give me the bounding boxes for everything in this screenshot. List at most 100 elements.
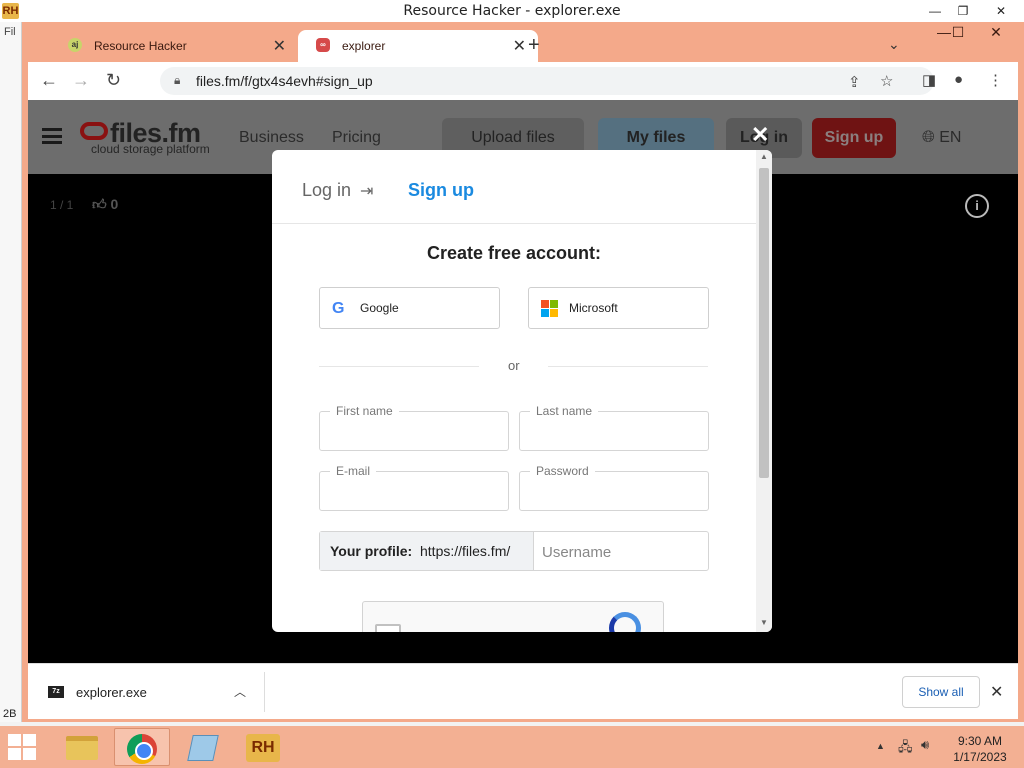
login-arrow-icon[interactable]: ⇥ xyxy=(360,181,373,201)
tab-explorer[interactable]: ∞ explorer ✕ xyxy=(298,30,538,62)
signup-modal: Log in ⇥ Sign up Create free account: G … xyxy=(272,150,772,632)
email-field[interactable]: E-mail xyxy=(319,464,509,511)
forward-button[interactable]: → xyxy=(72,70,90,91)
lock-icon[interactable]: 🔒︎ xyxy=(174,73,180,88)
captcha-checkbox[interactable] xyxy=(375,624,401,632)
resource-hacker-icon: RH xyxy=(246,734,280,762)
close-shelf-icon[interactable]: ✕ xyxy=(990,682,1003,702)
tab-favicon-icon: ∞ xyxy=(316,38,330,52)
scroll-down-arrow-icon[interactable]: ▼ xyxy=(760,618,768,627)
nav-link-pricing[interactable]: Pricing xyxy=(332,129,381,147)
tray-overflow-icon[interactable]: ▲ xyxy=(876,741,885,751)
modal-tab-signup[interactable]: Sign up xyxy=(408,180,474,201)
rh-restore-button[interactable]: ❐ xyxy=(948,2,978,20)
share-icon[interactable]: ⇪ xyxy=(848,73,861,91)
rh-minimize-button[interactable]: — xyxy=(920,2,950,20)
site-logo-tagline: cloud storage platform xyxy=(91,142,210,156)
maximize-button[interactable]: ☐ xyxy=(940,22,976,42)
page-content: files.fm cloud storage platform Business… xyxy=(28,100,1018,663)
hamburger-menu-icon[interactable] xyxy=(42,128,62,144)
address-bar[interactable]: 🔒︎ files.fm/f/gtx4s4evh#sign_up ⇪ ☆ xyxy=(160,67,934,95)
show-all-button[interactable]: Show all xyxy=(902,676,980,708)
username-input[interactable] xyxy=(542,540,702,564)
profile-url-prefix: https://files.fm/ xyxy=(420,543,511,559)
files-fm-logo-icon[interactable] xyxy=(80,122,108,140)
archive-file-icon: 7z xyxy=(48,686,64,698)
chevron-up-icon[interactable]: ︿ xyxy=(234,683,246,700)
first-name-field[interactable]: First name xyxy=(319,404,509,451)
taskbar-file-explorer[interactable] xyxy=(54,728,110,766)
tab-close-icon[interactable]: ✕ xyxy=(513,36,526,56)
rh-file-menu[interactable]: Fil xyxy=(4,26,16,38)
chrome-icon xyxy=(127,734,157,764)
volume-icon[interactable]: 🔊︎ xyxy=(921,737,929,753)
first-name-label: First name xyxy=(330,404,399,418)
profile-avatar-icon[interactable]: ● xyxy=(954,71,963,88)
like-button[interactable]: 👍︎ 0 xyxy=(92,196,118,213)
microsoft-icon xyxy=(541,300,559,318)
microsoft-label: Microsoft xyxy=(569,301,618,315)
google-icon: G xyxy=(332,300,345,317)
new-tab-button[interactable]: + xyxy=(528,34,540,57)
folder-icon xyxy=(66,736,98,760)
language-label: EN xyxy=(939,129,962,146)
modal-close-icon[interactable]: ✕ xyxy=(751,122,769,148)
scroll-up-arrow-icon[interactable]: ▲ xyxy=(760,152,768,161)
side-panel-icon[interactable]: ◨ xyxy=(922,71,936,89)
divider xyxy=(319,366,479,367)
download-shelf: 7z explorer.exe ︿ Show all ✕ xyxy=(28,663,1018,719)
tab-title: explorer xyxy=(342,39,386,53)
close-button[interactable]: ✕ xyxy=(978,22,1014,42)
window-title: Resource Hacker - explorer.exe xyxy=(403,3,621,19)
info-icon[interactable]: i xyxy=(965,194,989,218)
rh-close-button[interactable]: ✕ xyxy=(986,2,1016,20)
clock-date[interactable]: 1/17/2023 xyxy=(950,750,1010,764)
modal-tab-login[interactable]: Log in xyxy=(302,180,351,201)
or-divider-text: or xyxy=(508,358,520,373)
password-field[interactable]: Password xyxy=(519,464,709,511)
start-windows-icon[interactable] xyxy=(8,734,38,760)
download-file-name[interactable]: explorer.exe xyxy=(76,685,147,700)
microsoft-signup-button[interactable]: Microsoft xyxy=(528,287,709,329)
modal-scrollbar[interactable]: ▲ ▼ xyxy=(756,150,772,632)
last-name-label: Last name xyxy=(530,404,599,418)
network-icon[interactable]: 🖧︎ xyxy=(898,738,913,760)
taskbar-resource-hacker[interactable]: RH xyxy=(236,728,292,766)
tab-close-icon[interactable]: ✕ xyxy=(273,36,286,56)
taskbar-notepad[interactable] xyxy=(176,728,232,766)
divider xyxy=(548,366,708,367)
like-count: 0 xyxy=(110,196,119,212)
language-selector[interactable]: 🌐︎ EN xyxy=(922,129,961,147)
bookmark-star-icon[interactable]: ☆ xyxy=(880,72,893,90)
profile-prefix: Your profile: https://files.fm/ xyxy=(320,532,534,570)
nav-link-business[interactable]: Business xyxy=(239,129,304,147)
password-label: Password xyxy=(530,464,595,478)
divider xyxy=(264,672,265,712)
browser-toolbar: ← → ↻ 🔒︎ files.fm/f/gtx4s4evh#sign_up ⇪ … xyxy=(28,62,1018,100)
globe-icon: 🌐︎ xyxy=(922,129,940,146)
clock-time[interactable]: 9:30 AM xyxy=(950,734,1010,748)
chrome-menu-icon[interactable]: ⋮ xyxy=(988,71,1003,89)
tab-resource-hacker[interactable]: aj Resource Hacker ✕ xyxy=(50,30,298,62)
profile-url-group: Your profile: https://files.fm/ xyxy=(319,531,709,571)
last-name-field[interactable]: Last name xyxy=(519,404,709,451)
profile-label: Your profile: xyxy=(330,543,413,559)
notepad-icon xyxy=(187,735,219,761)
taskbar-chrome[interactable] xyxy=(114,728,170,766)
thumbs-up-icon: 👍︎ xyxy=(92,196,111,212)
google-signup-button[interactable]: G Google xyxy=(319,287,500,329)
scrollbar-thumb[interactable] xyxy=(759,168,769,478)
file-counter: 1 / 1 xyxy=(50,198,74,212)
url-text[interactable]: files.fm/f/gtx4s4evh#sign_up xyxy=(196,73,373,89)
tab-search-chevron-icon[interactable]: ⌄ xyxy=(888,36,900,53)
modal-tabs: Log in ⇥ Sign up xyxy=(272,150,756,224)
taskbar: RH ▲ 🖧︎ 🔊︎ 9:30 AM 1/17/2023 xyxy=(0,726,1024,768)
tab-favicon-icon: aj xyxy=(68,38,82,52)
google-label: Google xyxy=(360,301,399,315)
header-signup-button[interactable]: Sign up xyxy=(812,118,896,158)
back-button[interactable]: ← xyxy=(40,70,58,91)
recaptcha-logo-icon xyxy=(609,612,641,632)
reload-button[interactable]: ↻ xyxy=(106,70,121,91)
rh-status-text: 2B xyxy=(3,708,17,720)
email-label: E-mail xyxy=(330,464,377,478)
